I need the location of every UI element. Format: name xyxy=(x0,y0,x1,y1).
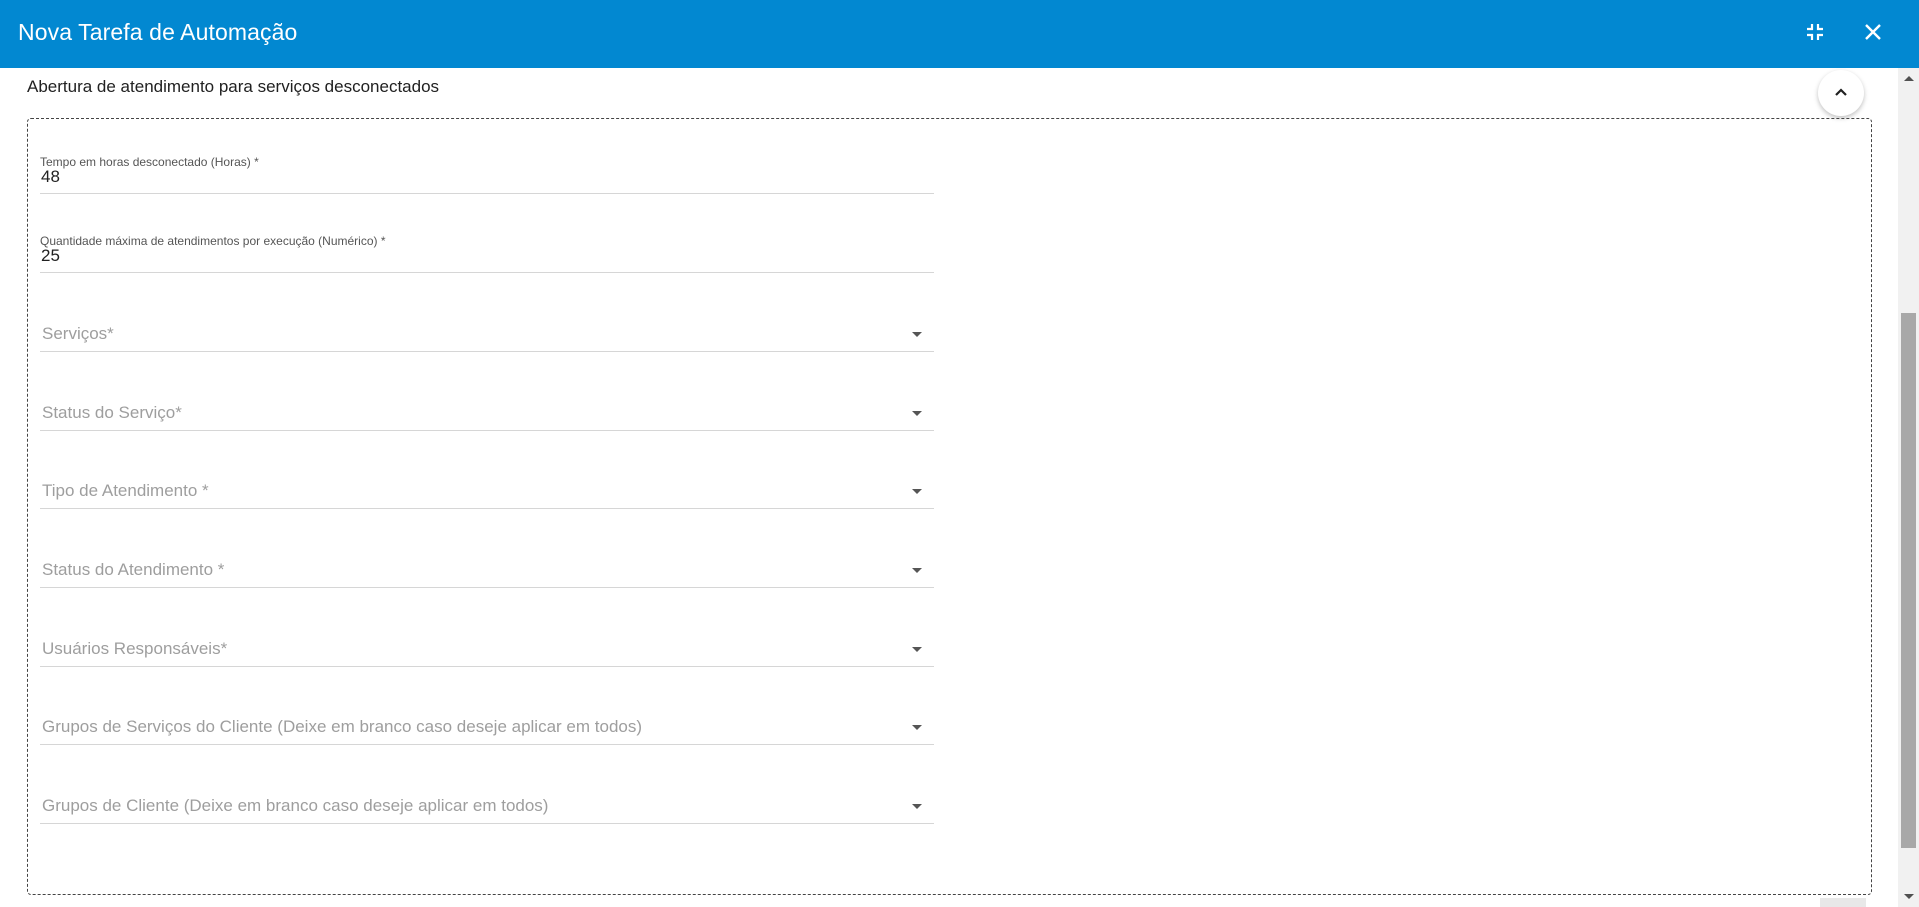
hours-disconnected-label: Tempo em horas desconectado (Horas) * xyxy=(40,155,259,169)
dropdown-arrow-icon xyxy=(912,489,922,494)
dropdown-arrow-icon xyxy=(912,332,922,337)
close-icon xyxy=(1864,23,1882,46)
hours-disconnected-field[interactable]: Tempo em horas desconectado (Horas) * 48 xyxy=(40,155,934,194)
client-groups-placeholder: Grupos de Cliente (Deixe em branco caso … xyxy=(42,796,549,815)
footer-edge xyxy=(1820,898,1866,907)
section-title: Abertura de atendimento para serviços de… xyxy=(27,77,440,96)
service-status-select[interactable]: Status do Serviço* xyxy=(40,399,934,431)
responsible-users-select[interactable]: Usuários Responsáveis* xyxy=(40,635,934,667)
max-tickets-field[interactable]: Quantidade máxima de atendimentos por ex… xyxy=(40,234,934,273)
max-tickets-value: 25 xyxy=(41,246,60,265)
client-service-groups-select[interactable]: Grupos de Serviços do Cliente (Deixe em … xyxy=(40,713,934,745)
automation-settings-panel: Tempo em horas desconectado (Horas) * 48… xyxy=(27,118,1872,895)
scrollbar-thumb[interactable] xyxy=(1901,313,1916,848)
dropdown-arrow-icon xyxy=(912,568,922,573)
dropdown-arrow-icon xyxy=(912,647,922,652)
collapse-section-button[interactable] xyxy=(1818,70,1864,116)
dialog-header: Nova Tarefa de Automação xyxy=(0,0,1919,68)
scroll-up-icon[interactable] xyxy=(1904,76,1914,81)
close-button[interactable] xyxy=(1857,18,1889,50)
ticket-type-placeholder: Tipo de Atendimento * xyxy=(42,481,209,500)
client-service-groups-placeholder: Grupos de Serviços do Cliente (Deixe em … xyxy=(42,717,643,736)
ticket-status-placeholder: Status do Atendimento * xyxy=(42,560,225,579)
client-groups-select[interactable]: Grupos de Cliente (Deixe em branco caso … xyxy=(40,792,934,824)
services-placeholder: Serviços* xyxy=(42,324,114,343)
dropdown-arrow-icon xyxy=(912,804,922,809)
vertical-scrollbar[interactable] xyxy=(1898,68,1919,907)
compress-icon xyxy=(1806,23,1824,46)
scroll-down-icon[interactable] xyxy=(1904,894,1914,899)
compress-button[interactable] xyxy=(1799,18,1831,50)
services-select[interactable]: Serviços* xyxy=(40,320,934,352)
dropdown-arrow-icon xyxy=(912,411,922,416)
responsible-users-placeholder: Usuários Responsáveis* xyxy=(42,639,228,658)
hours-disconnected-value: 48 xyxy=(41,167,60,186)
dialog-title: Nova Tarefa de Automação xyxy=(18,19,298,45)
dropdown-arrow-icon xyxy=(912,725,922,730)
chevron-up-icon xyxy=(1834,84,1848,102)
service-status-placeholder: Status do Serviço* xyxy=(42,403,182,422)
ticket-type-select[interactable]: Tipo de Atendimento * xyxy=(40,477,934,509)
dialog-content: Abertura de atendimento para serviços de… xyxy=(0,68,1898,907)
ticket-status-select[interactable]: Status do Atendimento * xyxy=(40,556,934,588)
max-tickets-label: Quantidade máxima de atendimentos por ex… xyxy=(40,234,386,248)
